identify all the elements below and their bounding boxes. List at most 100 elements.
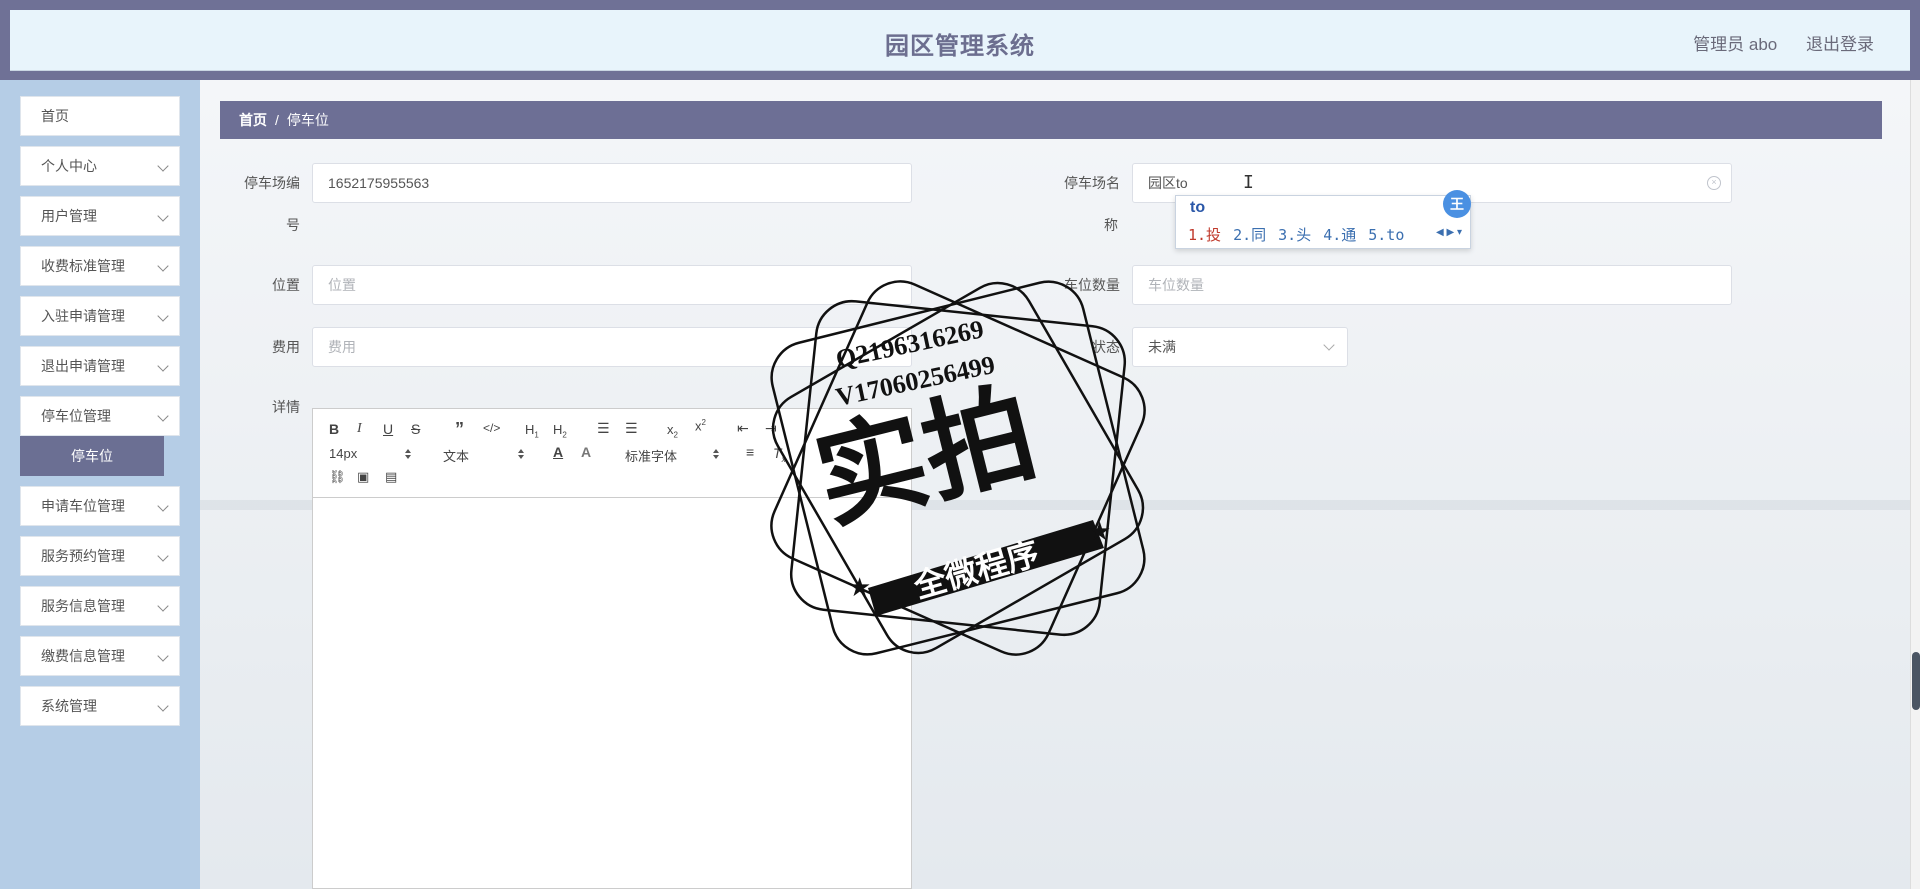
admin-user-label[interactable]: 管理员 abo [1693,35,1777,54]
chevron-down-icon [157,160,169,172]
heading2-icon[interactable]: H2 [553,422,567,440]
breadcrumb-separator: / [275,112,279,128]
font-size-spinner-icon[interactable] [405,449,411,459]
chevron-down-icon [157,600,169,612]
details-label: 详情 [272,399,300,415]
parking-code-input[interactable]: 1652175955563 [312,163,912,203]
name-label-cont: 称 [1104,217,1118,233]
ime-candidate[interactable]: 2.同 [1233,226,1266,244]
text-style-select[interactable]: 文本 [443,446,469,465]
chevron-down-icon [1323,339,1335,351]
bullet-list-icon[interactable]: ☰ [625,420,638,437]
header: 园区管理系统 管理员 abo 退出登录 [10,10,1910,71]
breadcrumb-current: 停车位 [286,112,329,128]
chevron-down-icon [157,260,169,272]
sidebar-item-entry-applications[interactable]: 入驻申请管理 [20,296,180,336]
sidebar-item-label: 停车位管理 [41,408,111,424]
ime-candidates: 1.投 2.同 3.头 4.通 5.to [1188,224,1416,245]
video-icon[interactable]: ▤ [385,469,397,485]
page-scrollbar[interactable] [1910,80,1920,889]
link-icon[interactable]: ⛓ [329,469,346,485]
outdent-icon[interactable]: ⇤ [737,420,749,437]
sidebar: 首页 个人中心 用户管理 收费标准管理 入驻申请管理 退出申请管理 停车位管理 … [0,80,200,889]
sidebar-item-label: 系统管理 [41,698,97,714]
chevron-down-icon [157,410,169,422]
spaces-input[interactable]: 车位数量 [1132,265,1732,305]
sidebar-item-parking-management[interactable]: 停车位管理 [20,396,180,436]
strikethrough-icon[interactable]: S [411,421,420,437]
sidebar-item-space-applications[interactable]: 申请车位管理 [20,486,180,526]
sidebar-item-label: 入驻申请管理 [41,308,125,324]
code-block-icon[interactable]: </> [483,421,500,435]
fee-label: 费用 [272,339,300,355]
sidebar-item-home[interactable]: 首页 [20,96,180,136]
parking-name-value: 园区to [1148,175,1188,191]
sidebar-item-label: 首页 [41,108,69,124]
sidebar-item-payment-info[interactable]: 缴费信息管理 [20,636,180,676]
bold-icon[interactable]: B [329,421,339,437]
ime-candidate-popup: to 1.投 2.同 3.头 4.通 5.to ◀ ▶ ▾ [1175,195,1471,249]
font-family-spinner-icon[interactable] [713,449,719,459]
breadcrumb-home[interactable]: 首页 [239,112,267,128]
background-color-icon[interactable]: A [581,444,591,460]
sidebar-item-label: 缴费信息管理 [41,648,125,664]
star-icon: ★ [1088,516,1111,546]
chevron-down-icon [157,550,169,562]
ime-candidate[interactable]: 3.头 [1278,226,1311,244]
sidebar-item-label: 服务预约管理 [41,548,125,564]
chevron-down-icon [157,500,169,512]
sidebar-item-exit-applications[interactable]: 退出申请管理 [20,346,180,386]
code-label-cont: 号 [286,217,300,233]
watermark-banner-text: 全微程序 [909,534,1043,606]
name-label: 停车场名 [1064,175,1120,191]
chevron-down-icon [157,210,169,222]
sidebar-item-label: 退出申请管理 [41,358,125,374]
blockquote-icon[interactable]: ” [455,419,464,440]
sidebar-item-label: 申请车位管理 [41,498,125,514]
ime-candidate[interactable]: 5.to [1368,226,1404,244]
ordered-list-icon[interactable]: ☰ [597,420,610,437]
star-icon: ★ [848,572,871,602]
ime-candidate[interactable]: 1.投 [1188,226,1221,244]
sidebar-item-label: 服务信息管理 [41,598,125,614]
font-family-select[interactable]: 标准字体 [625,446,677,465]
font-size-select[interactable]: 14px [329,446,357,461]
scrollbar-thumb[interactable] [1912,652,1920,710]
text-style-spinner-icon[interactable] [518,449,524,459]
sidebar-item-label: 收费标准管理 [41,258,125,274]
location-label: 位置 [272,277,300,293]
sidebar-item-system[interactable]: 系统管理 [20,686,180,726]
logout-link[interactable]: 退出登录 [1806,35,1874,54]
sidebar-item-service-info[interactable]: 服务信息管理 [20,586,180,626]
ime-nav-arrows-icon[interactable]: ◀ ▶ ▾ [1436,227,1462,238]
top-bar: 园区管理系统 管理员 abo 退出登录 [0,0,1920,80]
sidebar-item-users[interactable]: 用户管理 [20,196,180,236]
text-cursor-icon: I [1243,172,1254,193]
chevron-down-icon [157,360,169,372]
code-label: 停车场编 [244,175,300,191]
chevron-down-icon [157,310,169,322]
image-icon[interactable]: ▣ [357,469,369,485]
sidebar-item-fee-standards[interactable]: 收费标准管理 [20,246,180,286]
header-right: 管理员 abo 退出登录 [1669,30,1874,55]
subscript-icon[interactable]: x2 [667,422,678,440]
parking-code-value: 1652175955563 [328,175,430,191]
breadcrumb: 首页 / 停车位 [220,101,1882,139]
heading1-icon[interactable]: H1 [525,422,539,440]
underline-icon[interactable]: U [383,421,393,437]
sidebar-item-label: 个人中心 [41,158,97,174]
font-color-icon[interactable]: A [553,444,563,460]
italic-icon[interactable]: I [357,421,362,437]
ime-composition: to [1190,199,1206,216]
chevron-down-icon [157,650,169,662]
sidebar-item-personal-center[interactable]: 个人中心 [20,146,180,186]
ime-badge: 王 [1443,190,1471,218]
sidebar-item-service-booking[interactable]: 服务预约管理 [20,536,180,576]
chevron-down-icon [157,700,169,712]
location-placeholder: 位置 [328,277,356,293]
watermark-stamp: Q2196316269 V17060256499 实拍 全微程序 ★ ★ [770,280,1146,656]
ime-candidate[interactable]: 4.通 [1323,226,1356,244]
clear-icon[interactable]: × [1707,176,1721,190]
sidebar-subitem-parking[interactable]: 停车位 [20,436,164,476]
superscript-icon[interactable]: x2 [695,418,706,433]
